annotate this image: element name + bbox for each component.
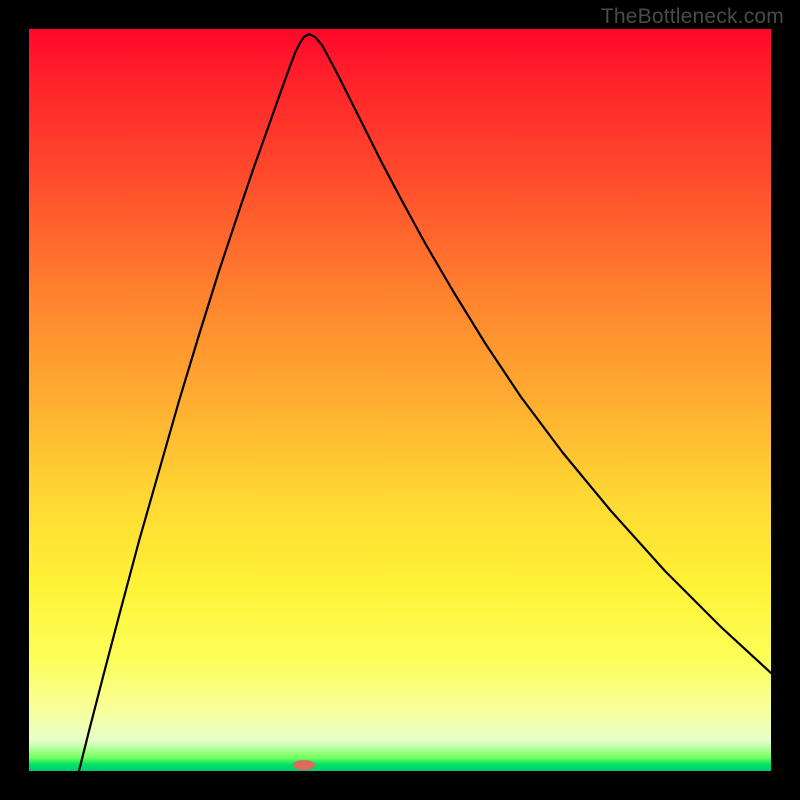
watermark-text: TheBottleneck.com [601,5,784,29]
optimal-point-marker [293,760,315,770]
bottleneck-curve [79,34,771,771]
chart-plot-area [29,29,771,771]
chart-svg [29,29,771,771]
